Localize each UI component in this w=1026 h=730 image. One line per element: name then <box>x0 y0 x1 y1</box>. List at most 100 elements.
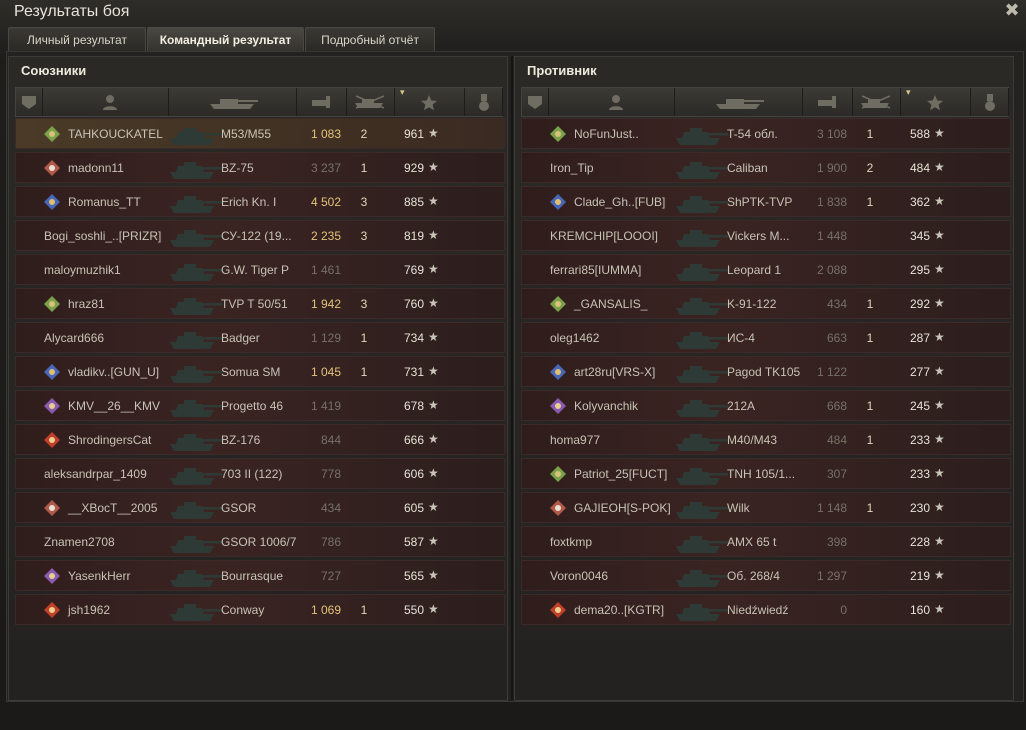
allies-player-row[interactable]: madonn11 BZ-75 3 237 1 929 ★ <box>15 152 505 183</box>
allies-player-row[interactable]: jsh1962 Conway 1 069 1 550 ★ <box>15 594 505 625</box>
enemies-player-row[interactable]: foxtkmp AMX 65 t 398 228 ★ <box>521 526 1011 557</box>
vehicle-name: 212A <box>727 399 756 413</box>
allies-player-row[interactable]: Znamen2708 GSOR 1006/7 786 587 ★ <box>15 526 505 557</box>
xp-value: 588 <box>909 127 930 141</box>
enemies-player-row[interactable]: art28ru[VRS-X] Pagod TK105 1 122 277 ★ <box>521 356 1011 387</box>
vehicle-name: BZ-75 <box>221 161 254 175</box>
enemies-player-row[interactable]: homa977 M40/M43 484 1 233 ★ <box>521 424 1011 455</box>
allies-player-row[interactable]: hraz81 TVP T 50/51 1 942 3 760 ★ <box>15 288 505 319</box>
vehicle-name: BZ-176 <box>221 433 261 447</box>
allies-sort-damage-header[interactable] <box>296 88 347 116</box>
star-icon: ★ <box>934 228 945 242</box>
enemies-player-row[interactable]: _GANSALIS_ K-91-122 434 1 292 ★ <box>521 288 1011 319</box>
frags-value: 1 <box>360 331 368 345</box>
player-name: TAHKOUCKATEL <box>68 127 163 141</box>
star-icon: ★ <box>934 262 945 276</box>
damage-value: 1 069 <box>310 603 341 617</box>
damage-value: 0 <box>840 603 847 617</box>
player-name: KREMCHIP[LOOOI] <box>550 229 659 243</box>
allies-player-row[interactable]: vladikv..[GUN_U] Somua SM 1 045 1 731 ★ <box>15 356 505 387</box>
enemies-player-row[interactable]: Voron0046 Об. 268/4 1 297 219 ★ <box>521 560 1011 591</box>
star-icon: ★ <box>934 364 945 378</box>
sort-arrow-icon: ▾ <box>400 87 405 97</box>
enemies-player-row[interactable]: Kolyvanchik 212A 668 1 245 ★ <box>521 390 1011 421</box>
player-name: __XBocT__2005 <box>68 501 158 515</box>
damage-value: 1 942 <box>310 297 341 311</box>
enemies-sort-xp-header[interactable]: ▾ <box>900 87 971 116</box>
clan-emblem-icon <box>550 466 566 482</box>
enemies-sort-medal-header[interactable] <box>970 88 1009 116</box>
allies-player-row[interactable]: ShrodingersCat BZ-176 844 666 ★ <box>15 424 505 455</box>
enemies-player-row[interactable]: ferrari85[IUMMA] Leopard 1 2 088 295 ★ <box>521 254 1011 285</box>
tank-silhouette-icon <box>166 428 222 453</box>
star-icon: ★ <box>934 160 945 174</box>
enemies-player-row[interactable]: NoFunJust.. T-54 обл. 3 108 1 588 ★ <box>521 118 1011 149</box>
player-name: Clade_Gh..[FUB] <box>574 195 666 209</box>
star-icon: ★ <box>428 126 439 140</box>
frags-value: 3 <box>360 229 368 243</box>
damage-value: 484 <box>826 433 847 447</box>
close-icon[interactable]: ✖ <box>1002 0 1022 20</box>
enemies-player-row[interactable]: KREMCHIP[LOOOI] Vickers M... 1 448 345 ★ <box>521 220 1011 251</box>
allies-player-row[interactable]: TAHKOUCKATEL M53/M55 1 083 2 961 ★ <box>15 118 505 149</box>
tab-team[interactable]: Командный результат <box>147 27 304 51</box>
allies-sort-frags-header[interactable] <box>346 88 395 116</box>
tank-silhouette-icon <box>166 462 222 487</box>
enemies-player-row[interactable]: Patriot_25[FUCT] TNH 105/1... 307 233 ★ <box>521 458 1011 489</box>
enemies-player-row[interactable]: Iron_Tip Caliban 1 900 2 484 ★ <box>521 152 1011 183</box>
tank-silhouette-icon <box>672 530 728 555</box>
allies-player-row[interactable]: Bogi_soshli_..[PRIZR] СУ-122 (19... 2 235 3… <box>15 220 505 251</box>
allies-sort-player-header[interactable] <box>42 88 169 116</box>
allies-player-row[interactable]: Romanus_TT Erich Kn. I 4 502 3 885 ★ <box>15 186 505 217</box>
vehicle-name: ShPTK-TVP <box>727 195 793 209</box>
allies-sort-platoon-header[interactable] <box>16 88 43 116</box>
player-name: Bogi_soshli_..[PRIZR] <box>44 229 162 243</box>
enemies-player-row[interactable]: GAJIEOH[S-POK] Wilk 1 148 1 230 ★ <box>521 492 1011 523</box>
player-name: vladikv..[GUN_U] <box>68 365 160 379</box>
player-name: Znamen2708 <box>44 535 115 549</box>
tab-detailed[interactable]: Подробный отчёт <box>305 27 435 51</box>
allies-sort-xp-header[interactable]: ▾ <box>394 87 465 116</box>
star-icon: ★ <box>428 296 439 310</box>
enemies-sort-platoon-header[interactable] <box>522 88 549 116</box>
enemies-player-row[interactable]: dema20..[KGTR] Niedźwiedź 0 160 ★ <box>521 594 1011 625</box>
xp-value: 292 <box>909 297 930 311</box>
clan-emblem-icon <box>44 602 60 618</box>
enemies-player-row[interactable]: oleg1462 ИС-4 663 1 287 ★ <box>521 322 1011 353</box>
tank-silhouette-icon <box>672 326 728 351</box>
allies-player-row[interactable]: maloymuzhik1 G.W. Tiger P 1 461 769 ★ <box>15 254 505 285</box>
enemies-sort-frags-header[interactable] <box>852 88 901 116</box>
star-icon: ★ <box>934 602 945 616</box>
allies-sort-medal-header[interactable] <box>464 88 503 116</box>
vehicle-name: Somua SM <box>221 365 281 379</box>
allies-player-row[interactable]: aleksandrpar_1409 703 II (122) 778 606 ★ <box>15 458 505 489</box>
allies-player-row[interactable]: Alycard666 Badger 1 129 1 734 ★ <box>15 322 505 353</box>
damage-value: 434 <box>826 297 847 311</box>
xp-value: 277 <box>909 365 930 379</box>
vehicle-name: 703 II (122) <box>221 467 283 481</box>
clan-emblem-icon <box>44 568 60 584</box>
enemies-sort-vehicle-header[interactable] <box>674 88 803 116</box>
enemies-sort-player-header[interactable] <box>548 88 675 116</box>
tank-silhouette-icon <box>672 224 728 249</box>
damage-value: 844 <box>320 433 341 447</box>
enemies-sort-damage-header[interactable] <box>802 88 853 116</box>
damage-value: 3 108 <box>816 127 847 141</box>
vehicle-name: M53/M55 <box>221 127 272 141</box>
tank-silhouette-icon <box>672 190 728 215</box>
tank-silhouette-icon <box>166 258 222 283</box>
damage-value: 1 122 <box>816 365 847 379</box>
allies-panel: Союзники ▾ TAHKOUCKATEL M53/M55 1 083 2 961 ★ m… <box>8 56 508 701</box>
allies-sort-vehicle-header[interactable] <box>168 88 297 116</box>
allies-player-row[interactable]: __XBocT__2005 GSOR 434 605 ★ <box>15 492 505 523</box>
enemies-player-row[interactable]: Clade_Gh..[FUB] ShPTK-TVP 1 838 1 362 ★ <box>521 186 1011 217</box>
allies-player-row[interactable]: YasenkHerr Bourrasque 727 565 ★ <box>15 560 505 591</box>
tab-personal[interactable]: Личный результат <box>8 27 146 51</box>
damage-value: 1 419 <box>310 399 341 413</box>
vehicle-name: T-54 обл. <box>727 127 778 141</box>
xp-value: 731 <box>403 365 424 379</box>
xp-value: 605 <box>403 501 424 515</box>
xp-value: 606 <box>403 467 424 481</box>
allies-player-row[interactable]: KMV__26__KMV Progetto 46 1 419 678 ★ <box>15 390 505 421</box>
star-icon: ★ <box>428 160 439 174</box>
